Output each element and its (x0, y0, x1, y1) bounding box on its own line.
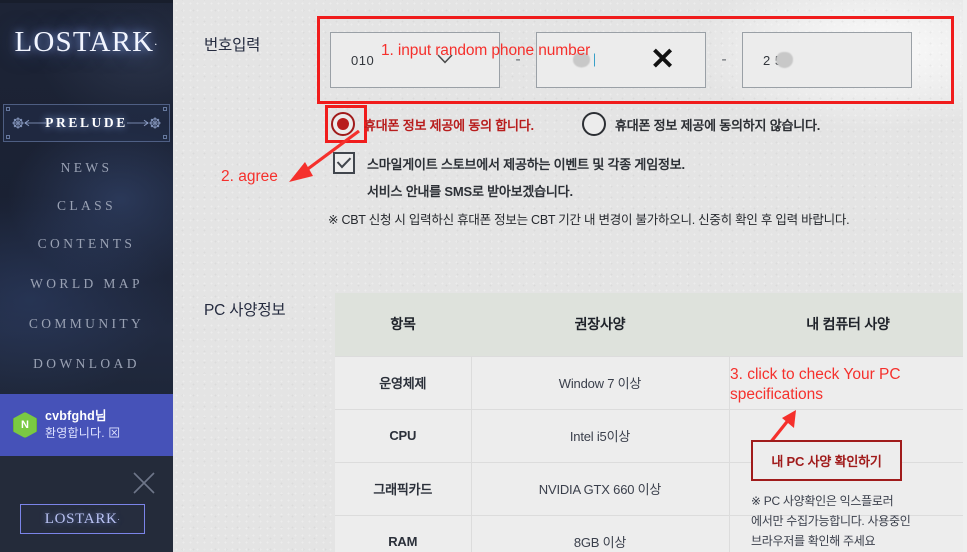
obscured-digit-blob (776, 52, 793, 68)
text-caret (594, 53, 595, 67)
table-header-row: 항목 권장사양 내 컴퓨터 사양 (335, 293, 967, 356)
sidebar-top-strip (0, 0, 173, 3)
my-pc-notice-line-3: 브라우저를 확인해 주세요 (751, 534, 876, 548)
site-sidebar: LOSTARK. PRELUDE NEWS CLASS CONTENTS WOR… (0, 0, 173, 552)
sidebar-item-download[interactable]: DOWNLOAD (0, 356, 173, 372)
corner-ornament-icon (163, 135, 167, 139)
user-name: cvbfghd님 (45, 409, 107, 424)
sms-consent-row: 스마일게이트 스토브에서 제공하는 이벤트 및 각종 게임정보. 서비스 안내를… (333, 151, 685, 205)
spec-recommended-value: 8GB 이상 (471, 514, 730, 552)
sms-consent-checkbox[interactable] (333, 152, 355, 174)
brand-logo[interactable]: LOSTARK. (0, 26, 173, 59)
radio-disagree[interactable] (581, 112, 606, 136)
check-my-pc-spec-button-label: 내 PC 사양 확인하기 (771, 454, 882, 469)
phone-middle-overlay-glyph: ✕ (650, 43, 676, 76)
spec-recommended-value: Window 7 이상 (471, 355, 730, 409)
pc-spec-section-label: PC 사양정보 (204, 302, 286, 319)
avatar: N (13, 412, 37, 438)
sidebar-item-contents[interactable]: CONTENTS (0, 236, 173, 252)
my-pc-notice-line-2: 에서만 수집가능합니다. 사용중인 (751, 514, 911, 528)
phone-prefix-value: 010 (351, 52, 375, 68)
user-greeting: 환영합니다. ⊠ (45, 426, 121, 441)
sidebar-item-prelude[interactable]: PRELUDE (3, 104, 170, 142)
phone-input-group: 010 - ✕ - 2 5 (330, 30, 942, 90)
my-pc-notice-line-1: ※ PC 사양확인은 익스플로러 (751, 494, 894, 508)
sms-consent-line-2: 서비스 안내를 SMS로 받아보겠습니다. (367, 184, 573, 199)
close-icon[interactable] (131, 470, 157, 496)
my-pc-check-panel: 3. click to check Your PC specifications… (730, 365, 967, 548)
compass-ornament-left-icon (9, 116, 49, 130)
column-header-my-pc: 내 컴퓨터 사양 (729, 293, 967, 356)
lostark-launch-button-label: LOSTARK (44, 510, 118, 527)
sidebar-item-world-map[interactable]: WORLD MAP (0, 276, 173, 292)
radio-disagree-label: 휴대폰 정보 제공에 동의하지 않습니다. (614, 117, 821, 133)
column-header-item: 항목 (335, 293, 471, 356)
corner-ornament-icon (6, 135, 10, 139)
phone-separator-2: - (721, 51, 727, 68)
spec-item-name: 그래픽카드 (335, 461, 472, 515)
avatar-letter: N (21, 419, 29, 431)
spec-item-name: 운영체제 (335, 355, 472, 409)
lostark-launch-button-suffix: . (117, 512, 121, 522)
radio-agree-label: 휴대폰 정보 제공에 동의 합니다. (364, 117, 534, 133)
annotation-step-3-line-1: 3. click to check Your PC (730, 366, 901, 383)
phone-middle-input[interactable]: ✕ (536, 32, 706, 88)
spec-item-name: CPU (335, 408, 472, 462)
my-pc-notice-text: ※ PC 사양확인은 익스플로러 에서만 수집가능합니다. 사용중인 브라우저를… (751, 491, 956, 551)
corner-ornament-icon (163, 107, 167, 111)
page-right-edge (963, 0, 967, 552)
user-info-panel: N cvbfghd님 환영합니다. ⊠ (0, 394, 173, 456)
annotation-step-3: 3. click to check Your PC specifications (730, 365, 967, 405)
corner-ornament-icon (6, 107, 10, 111)
spec-recommended-value: Intel i5이상 (471, 408, 730, 462)
cbt-notice-text: ※ CBT 신청 시 입력하신 휴대폰 정보는 CBT 기간 내 변경이 불가하… (328, 213, 850, 227)
phone-last-input[interactable]: 2 5 (742, 32, 912, 88)
sidebar-item-class[interactable]: CLASS (0, 198, 173, 214)
consent-radio-group: 휴대폰 정보 제공에 동의 합니다. 휴대폰 정보 제공에 동의하지 않습니다. (331, 112, 820, 136)
spec-recommended-value: NVIDIA GTX 660 이상 (471, 461, 730, 515)
annotation-step-1: 1. input random phone number (381, 42, 591, 59)
check-my-pc-spec-button[interactable]: 내 PC 사양 확인하기 (751, 440, 902, 481)
compass-ornament-right-icon (124, 116, 164, 130)
brand-logo-text: LOSTARK (14, 26, 155, 58)
annotation-step-2: 2. agree (221, 168, 278, 185)
sidebar-item-prelude-label: PRELUDE (45, 115, 128, 130)
phone-section-label: 번호입력 (204, 37, 261, 54)
spec-item-name: RAM (335, 514, 472, 552)
sidebar-item-news[interactable]: NEWS (0, 160, 173, 176)
annotation-step-3-line-2: specifications (730, 386, 824, 403)
sms-consent-line-1: 스마일게이트 스토브에서 제공하는 이벤트 및 각종 게임정보. (367, 157, 685, 172)
column-header-recommended: 권장사양 (471, 293, 729, 356)
sidebar-item-community[interactable]: COMMUNITY (0, 316, 173, 332)
lostark-launch-button[interactable]: LOSTARK. (20, 504, 145, 534)
brand-logo-suffix: . (154, 34, 159, 48)
main-content: 번호입력 010 - ✕ - 2 5 1. input random phone… (173, 0, 967, 552)
phone-prefix-select[interactable]: 010 (330, 32, 500, 88)
